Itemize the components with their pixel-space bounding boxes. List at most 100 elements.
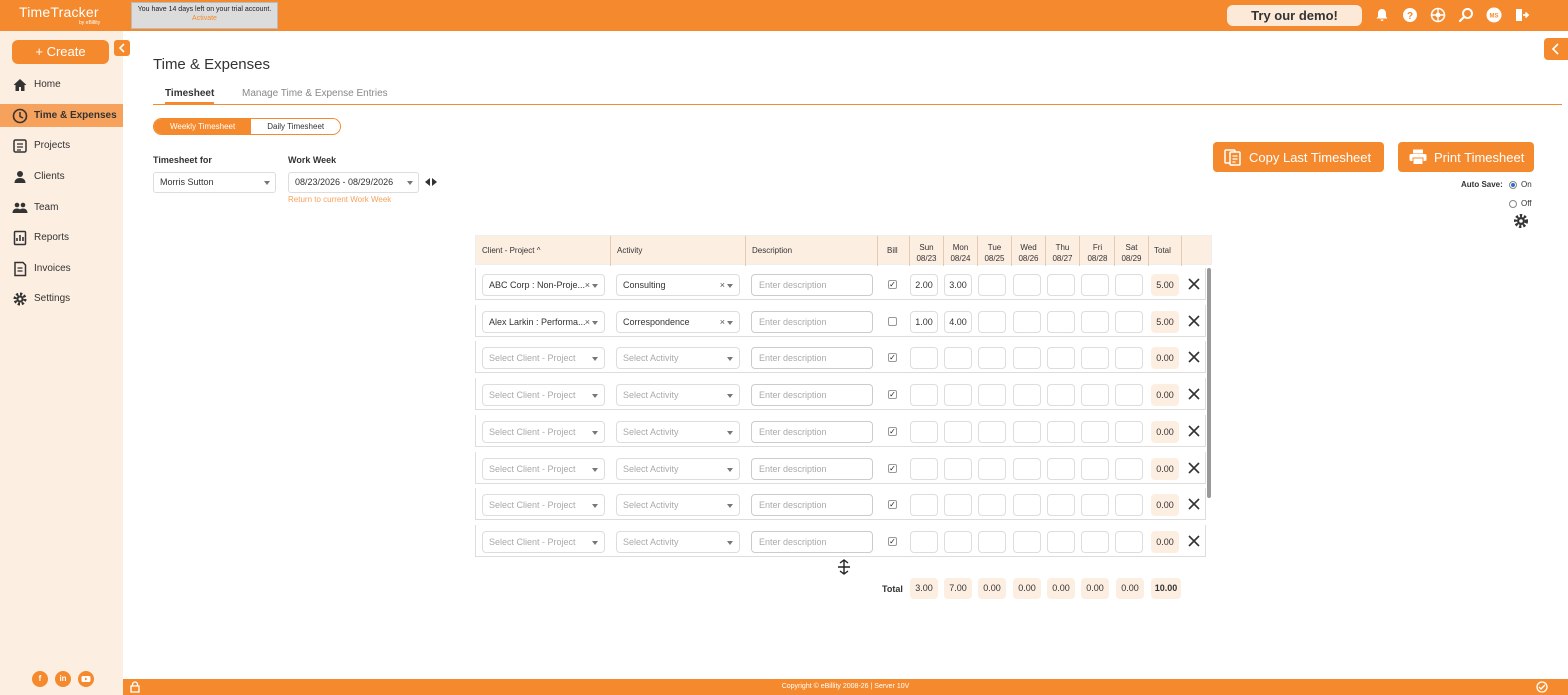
client-project-select[interactable]: Select Client - Project xyxy=(482,347,605,369)
linkedin-icon[interactable]: in xyxy=(55,671,71,687)
sidebar-item-projects[interactable]: Projects xyxy=(0,134,123,157)
hours-input[interactable] xyxy=(910,458,938,480)
timesheet-for-select[interactable]: Morris Sutton xyxy=(153,172,276,193)
user-avatar-icon[interactable]: MS xyxy=(1486,7,1502,23)
activate-link[interactable]: Activate xyxy=(132,15,277,22)
bill-checkbox[interactable]: ✓ xyxy=(888,353,897,362)
create-button[interactable]: + Create xyxy=(12,40,109,64)
activity-select[interactable]: Select Activity xyxy=(616,458,740,480)
hours-input[interactable] xyxy=(1047,458,1075,480)
hours-input[interactable] xyxy=(1115,421,1143,443)
client-project-select[interactable]: Select Client - Project xyxy=(482,421,605,443)
client-project-select[interactable]: Select Client - Project xyxy=(482,494,605,516)
hours-input[interactable] xyxy=(1081,347,1109,369)
help-icon[interactable]: ? xyxy=(1402,7,1418,23)
hours-input[interactable] xyxy=(1081,311,1109,333)
hours-input[interactable] xyxy=(978,531,1006,553)
hours-input[interactable] xyxy=(1115,274,1143,296)
bill-checkbox[interactable]: ✓ xyxy=(888,537,897,546)
hours-input[interactable] xyxy=(1081,421,1109,443)
hours-input[interactable]: 2.00 xyxy=(910,274,938,296)
delete-row-icon[interactable] xyxy=(1186,460,1202,476)
clear-icon[interactable]: × xyxy=(720,275,725,295)
hours-input[interactable] xyxy=(1013,274,1041,296)
hours-input[interactable] xyxy=(1115,458,1143,480)
collapse-sidebar-button[interactable] xyxy=(114,40,130,56)
bill-checkbox[interactable]: ✓ xyxy=(888,464,897,473)
delete-row-icon[interactable] xyxy=(1186,496,1202,512)
hours-input[interactable] xyxy=(944,421,972,443)
hours-input[interactable] xyxy=(1115,347,1143,369)
hours-input[interactable] xyxy=(978,274,1006,296)
hours-input[interactable] xyxy=(1115,494,1143,516)
hours-input[interactable] xyxy=(1047,384,1075,406)
clear-icon[interactable]: × xyxy=(585,312,590,332)
autosave-on-radio[interactable] xyxy=(1509,181,1517,189)
facebook-icon[interactable]: f xyxy=(32,671,48,687)
sidebar-item-team[interactable]: Team xyxy=(0,196,123,219)
activity-select[interactable]: Select Activity xyxy=(616,384,740,406)
hours-input[interactable] xyxy=(944,458,972,480)
delete-row-icon[interactable] xyxy=(1186,533,1202,549)
bell-icon[interactable] xyxy=(1374,7,1390,23)
hours-input[interactable]: 1.00 xyxy=(910,311,938,333)
hours-input[interactable] xyxy=(1013,494,1041,516)
hours-input[interactable] xyxy=(1081,458,1109,480)
support-icon[interactable] xyxy=(1430,7,1446,23)
app-logo[interactable]: TimeTracker by eBillity xyxy=(19,4,100,26)
description-input[interactable]: Enter description xyxy=(751,347,873,369)
hours-input[interactable] xyxy=(1013,311,1041,333)
bill-checkbox[interactable]: ✓ xyxy=(888,427,897,436)
client-project-select[interactable]: ABC Corp : Non-Proje... × xyxy=(482,274,605,296)
hours-input[interactable] xyxy=(944,384,972,406)
try-demo-button[interactable]: Try our demo! xyxy=(1227,5,1362,26)
header-client-project[interactable]: Client - Project ^ xyxy=(476,236,611,266)
weekly-timesheet-toggle[interactable]: Weekly Timesheet xyxy=(154,119,252,134)
hours-input[interactable] xyxy=(910,384,938,406)
description-input[interactable]: Enter description xyxy=(751,421,873,443)
hours-input[interactable] xyxy=(1013,347,1041,369)
description-input[interactable]: Enter description xyxy=(751,384,873,406)
hours-input[interactable] xyxy=(1081,384,1109,406)
youtube-icon[interactable] xyxy=(78,671,94,687)
hours-input[interactable] xyxy=(910,347,938,369)
hours-input[interactable] xyxy=(1115,384,1143,406)
sidebar-item-clients[interactable]: Clients xyxy=(0,165,123,188)
hours-input[interactable] xyxy=(944,531,972,553)
hours-input[interactable] xyxy=(978,458,1006,480)
daily-timesheet-toggle[interactable]: Daily Timesheet xyxy=(251,119,341,134)
right-panel-toggle[interactable] xyxy=(1544,38,1568,60)
client-project-select[interactable]: Alex Larkin : Performa... × xyxy=(482,311,605,333)
print-timesheet-button[interactable]: Print Timesheet xyxy=(1398,142,1534,172)
bill-checkbox[interactable]: ✓ xyxy=(888,390,897,399)
hours-input[interactable] xyxy=(1081,531,1109,553)
hours-input[interactable] xyxy=(978,347,1006,369)
client-project-select[interactable]: Select Client - Project xyxy=(482,384,605,406)
tab-manage-entries[interactable]: Manage Time & Expense Entries xyxy=(242,88,388,99)
activity-select[interactable]: Correspondence × xyxy=(616,311,740,333)
activity-select[interactable]: Consulting × xyxy=(616,274,740,296)
hours-input[interactable] xyxy=(1013,421,1041,443)
hours-input[interactable]: 3.00 xyxy=(944,274,972,296)
hours-input[interactable] xyxy=(978,421,1006,443)
hours-input[interactable] xyxy=(1047,494,1075,516)
previous-week-icon[interactable] xyxy=(425,178,430,186)
hours-input[interactable] xyxy=(1047,311,1075,333)
hours-input[interactable] xyxy=(944,494,972,516)
sidebar-item-invoices[interactable]: Invoices xyxy=(0,257,123,280)
hours-input[interactable] xyxy=(1047,421,1075,443)
hours-input[interactable]: 4.00 xyxy=(944,311,972,333)
activity-select[interactable]: Select Activity xyxy=(616,421,740,443)
sidebar-item-settings[interactable]: Settings xyxy=(0,287,123,310)
hours-input[interactable] xyxy=(944,347,972,369)
return-current-week-link[interactable]: Return to current Work Week xyxy=(288,195,391,204)
hours-input[interactable] xyxy=(1013,384,1041,406)
hours-input[interactable] xyxy=(910,421,938,443)
hours-input[interactable] xyxy=(1081,494,1109,516)
description-input[interactable]: Enter description xyxy=(751,458,873,480)
hours-input[interactable] xyxy=(1013,531,1041,553)
hours-input[interactable] xyxy=(978,494,1006,516)
activity-select[interactable]: Select Activity xyxy=(616,347,740,369)
activity-select[interactable]: Select Activity xyxy=(616,531,740,553)
delete-row-icon[interactable] xyxy=(1186,423,1202,439)
